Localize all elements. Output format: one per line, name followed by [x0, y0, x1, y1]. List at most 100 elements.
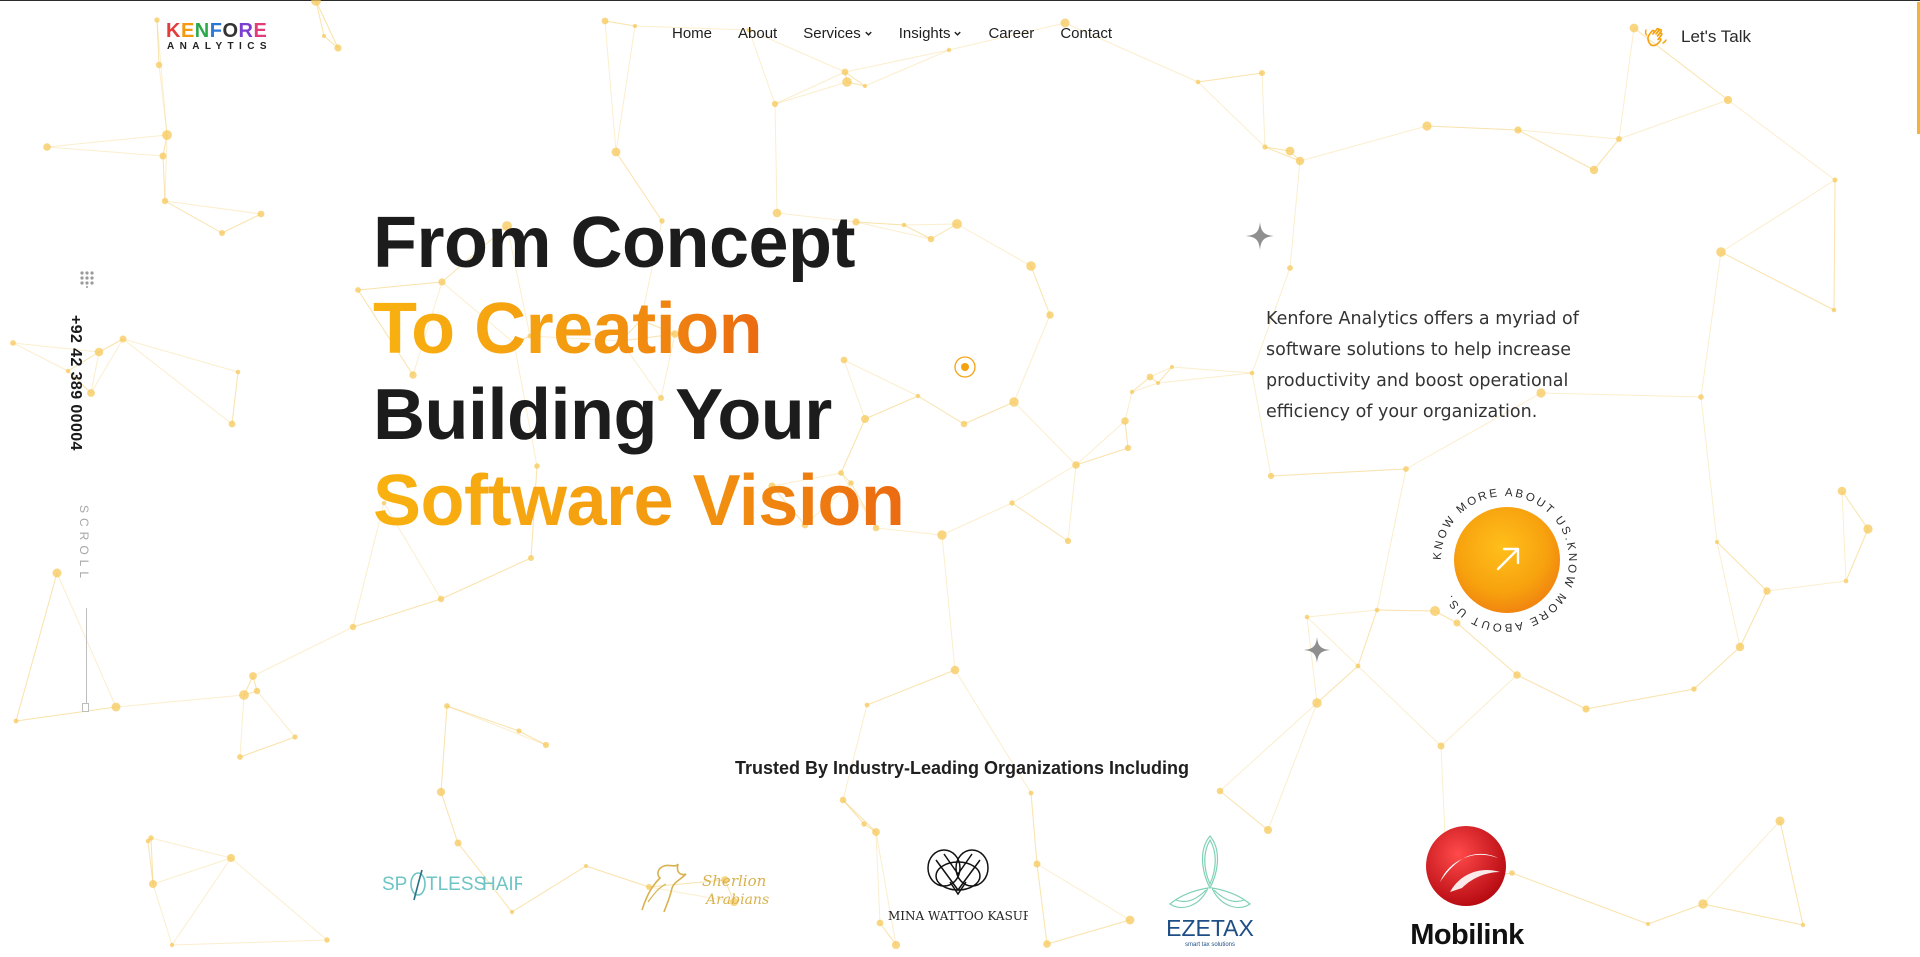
- network-node: [1698, 394, 1704, 400]
- network-node: [1714, 539, 1720, 545]
- network-lines: [12, 0, 1869, 946]
- network-node: [1837, 486, 1847, 496]
- phone-number-link[interactable]: +92 42 389 00004: [66, 315, 84, 451]
- network-node: [235, 369, 241, 375]
- network-node: [159, 152, 167, 160]
- hero-line-4: Software Vision: [373, 461, 905, 541]
- network-node: [1513, 671, 1521, 679]
- client-logo-ezetax: EZETAX smart tax solutions: [1160, 828, 1260, 950]
- network-node: [1355, 663, 1361, 669]
- ezetax-logo: EZETAX smart tax solutions: [1166, 835, 1254, 948]
- spotless-hair-logo: SP TLESS HAIR: [382, 869, 527, 901]
- network-node: [542, 741, 550, 749]
- network-node: [1295, 156, 1305, 166]
- network-node: [937, 530, 947, 540]
- network-node: [355, 287, 361, 293]
- network-node: [632, 23, 638, 29]
- scroll-indicator-label: SCROLL: [77, 505, 91, 584]
- svg-text:Mobilink: Mobilink: [1410, 919, 1525, 951]
- network-node: [1422, 121, 1432, 131]
- svg-text:TLESS: TLESS: [426, 874, 486, 895]
- network-node: [516, 728, 522, 734]
- network-node: [334, 44, 342, 52]
- network-node: [1437, 742, 1445, 750]
- chevron-down-icon: [954, 31, 962, 36]
- nav-services[interactable]: Services: [803, 25, 873, 42]
- network-node: [444, 703, 450, 709]
- network-node: [161, 197, 169, 205]
- network-node: [1009, 397, 1019, 407]
- amina-wattoo-kasuri-logo: AMINA WATTOO KASURI: [878, 849, 1037, 923]
- network-node: [1403, 466, 1409, 472]
- kenfore-logo[interactable]: KENFORE ANALYTICS: [166, 20, 267, 56]
- network-node: [292, 734, 298, 740]
- network-node: [119, 335, 127, 343]
- network-node: [1287, 265, 1293, 271]
- network-node: [13, 718, 19, 724]
- network-node: [863, 84, 867, 88]
- network-node: [946, 47, 952, 53]
- hero-line-1: From Concept: [373, 203, 856, 283]
- dots-grid-icon[interactable]: [79, 270, 95, 288]
- network-node: [1629, 23, 1639, 33]
- network-node: [111, 702, 121, 712]
- network-node: [1616, 136, 1622, 142]
- nav-about[interactable]: About: [738, 25, 777, 42]
- network-node: [436, 787, 446, 797]
- sherlion-arabians-logo: Sherlion Arabians: [641, 863, 769, 913]
- network-node: [1009, 500, 1015, 506]
- network-node: [1156, 381, 1160, 385]
- chevron-down-icon: [865, 31, 872, 36]
- sparkle-icon: [1246, 222, 1274, 250]
- network-node: [1735, 642, 1745, 652]
- network-node: [94, 347, 104, 357]
- mobilink-logo: Mobilink: [1410, 826, 1526, 951]
- ring-dot-icon: [954, 356, 976, 378]
- network-node: [1121, 417, 1129, 425]
- network-node: [1267, 472, 1275, 480]
- scroll-indicator-line: [86, 608, 87, 708]
- svg-text:Sherlion: Sherlion: [702, 872, 766, 890]
- network-node: [322, 34, 326, 38]
- network-node: [249, 672, 257, 680]
- network-node: [601, 17, 609, 25]
- nav-career-label: Career: [988, 25, 1035, 42]
- network-node: [1863, 524, 1873, 534]
- network-node: [1312, 698, 1322, 708]
- network-node: [864, 702, 870, 708]
- network-node: [1716, 247, 1726, 257]
- nav-insights[interactable]: Insights: [899, 25, 963, 42]
- network-node: [52, 568, 62, 578]
- network-node: [1843, 578, 1849, 584]
- svg-text:SP: SP: [382, 874, 407, 895]
- network-node: [960, 420, 968, 428]
- network-node: [950, 665, 960, 675]
- network-node: [1831, 307, 1837, 313]
- network-node: [228, 420, 236, 428]
- network-node: [87, 389, 95, 397]
- network-node: [1026, 261, 1036, 271]
- network-node: [927, 235, 935, 243]
- hero-description: Kenfore Analytics offers a myriad of sof…: [1266, 309, 1579, 422]
- network-node: [155, 61, 163, 69]
- network-node: [1514, 126, 1522, 134]
- network-node: [771, 100, 779, 108]
- network-node: [1374, 607, 1380, 613]
- hero-line-3: Building Your: [373, 375, 832, 455]
- nav-home[interactable]: Home: [672, 25, 712, 42]
- network-node: [219, 230, 225, 236]
- network-node: [253, 687, 261, 695]
- network-node: [437, 595, 445, 603]
- network-node: [1262, 144, 1268, 150]
- nav-career[interactable]: Career: [988, 25, 1034, 42]
- network-node: [1072, 461, 1080, 469]
- network-node: [1028, 790, 1034, 796]
- clients-heading: Trusted By Industry-Leading Organization…: [0, 758, 1920, 779]
- network-node: [1832, 177, 1838, 183]
- nav-contact[interactable]: Contact: [1060, 25, 1112, 42]
- lets-talk-button[interactable]: Let's Talk: [1643, 24, 1751, 50]
- network-node: [1691, 686, 1697, 692]
- network-node: [1195, 79, 1201, 85]
- lets-talk-label: Let's Talk: [1681, 27, 1752, 46]
- know-more-about-us-button[interactable]: KNOW MORE ABOUT US.KNOW MORE ABOUT US.: [1430, 485, 1580, 635]
